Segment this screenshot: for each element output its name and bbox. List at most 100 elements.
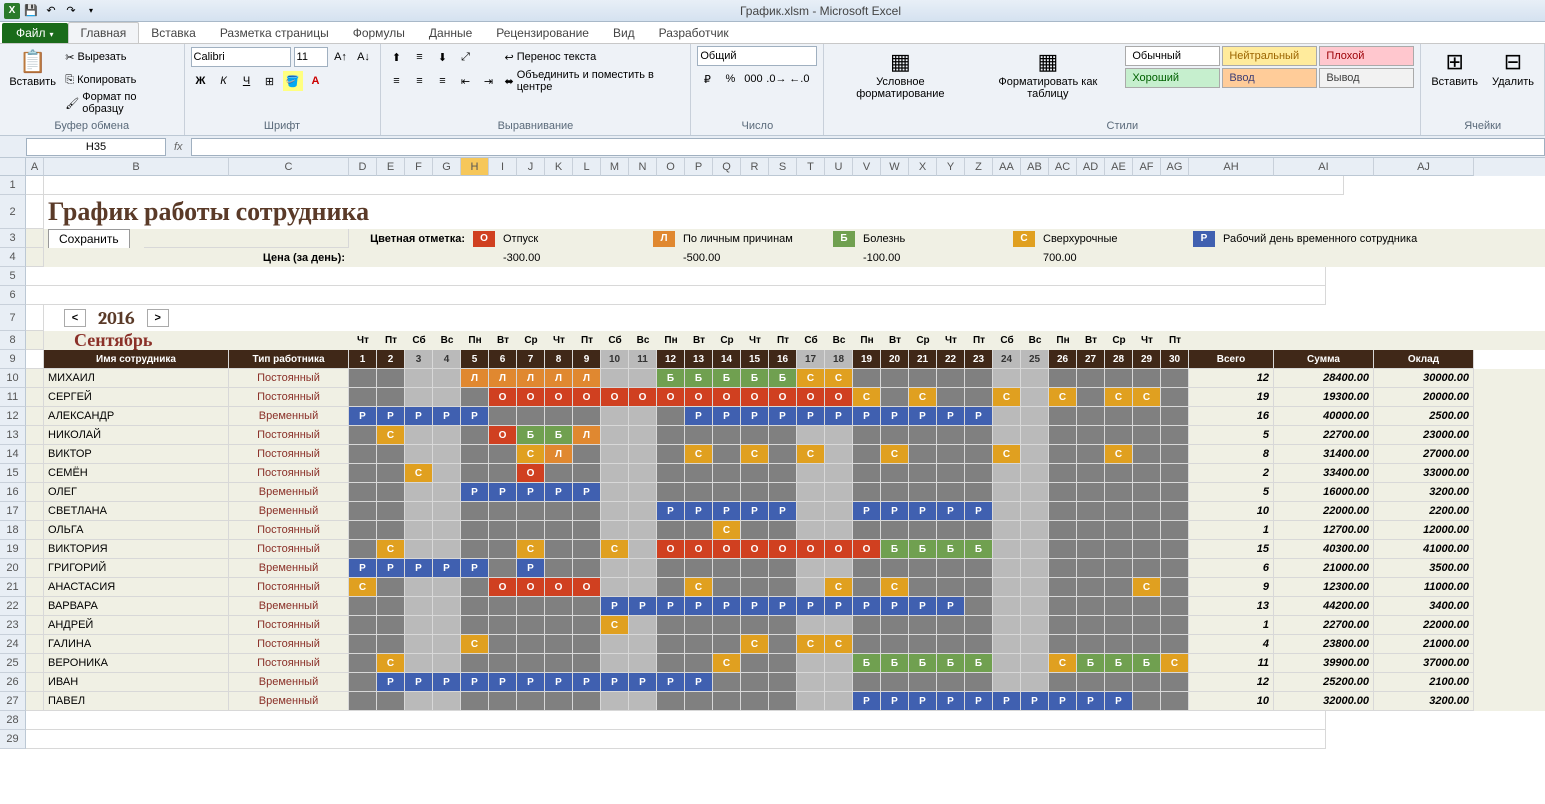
emp-name-9[interactable]: ВИКТОРИЯ bbox=[44, 540, 229, 559]
price-Б[interactable]: -100.00 bbox=[859, 248, 1009, 267]
cell-6-17[interactable] bbox=[797, 483, 825, 502]
col-header-D[interactable]: D bbox=[349, 158, 377, 176]
cell-3-30[interactable] bbox=[1161, 426, 1189, 445]
col-header-AJ[interactable]: AJ bbox=[1374, 158, 1474, 176]
dow-2[interactable]: Пт bbox=[377, 331, 405, 350]
cell-16-2[interactable]: Р bbox=[377, 673, 405, 692]
price-label[interactable]: Цена (за день): bbox=[144, 248, 349, 267]
cell-1-28[interactable]: С bbox=[1105, 388, 1133, 407]
col-header-X[interactable]: X bbox=[909, 158, 937, 176]
cell-4-11[interactable] bbox=[629, 445, 657, 464]
cell-6-5[interactable]: Р bbox=[461, 483, 489, 502]
dow-29[interactable]: Чт bbox=[1133, 331, 1161, 350]
cell-17-23[interactable]: Р bbox=[965, 692, 993, 711]
cell-9-8[interactable] bbox=[545, 540, 573, 559]
row-header-19[interactable]: 19 bbox=[0, 540, 26, 559]
cell-11-5[interactable] bbox=[461, 578, 489, 597]
emp-name-17[interactable]: ПАВЕЛ bbox=[44, 692, 229, 711]
col-header-S[interactable]: S bbox=[769, 158, 797, 176]
cell-11-21[interactable] bbox=[909, 578, 937, 597]
cell-12-29[interactable] bbox=[1133, 597, 1161, 616]
cell-11-15[interactable] bbox=[741, 578, 769, 597]
sum-10[interactable]: 21000.00 bbox=[1274, 559, 1374, 578]
cell-17-18[interactable] bbox=[825, 692, 853, 711]
cell-1-6[interactable]: О bbox=[489, 388, 517, 407]
hdr-day-16[interactable]: 16 bbox=[769, 350, 797, 369]
col-header-Q[interactable]: Q bbox=[713, 158, 741, 176]
hdr-day-29[interactable]: 29 bbox=[1133, 350, 1161, 369]
cell-2-15[interactable]: Р bbox=[741, 407, 769, 426]
cell-7-25[interactable] bbox=[1021, 502, 1049, 521]
cell-14-18[interactable]: С bbox=[825, 635, 853, 654]
cell-14-25[interactable] bbox=[1021, 635, 1049, 654]
cell-8-3[interactable] bbox=[405, 521, 433, 540]
cell-16-12[interactable]: Р bbox=[657, 673, 685, 692]
cell-2-13[interactable]: Р bbox=[685, 407, 713, 426]
cell-1-4[interactable] bbox=[433, 388, 461, 407]
hdr-day-5[interactable]: 5 bbox=[461, 350, 489, 369]
cell-0-24[interactable] bbox=[993, 369, 1021, 388]
row-header-27[interactable]: 27 bbox=[0, 692, 26, 711]
cell-12-12[interactable]: Р bbox=[657, 597, 685, 616]
cell-11-27[interactable] bbox=[1077, 578, 1105, 597]
salary-10[interactable]: 3500.00 bbox=[1374, 559, 1474, 578]
cell-8-6[interactable] bbox=[489, 521, 517, 540]
row-header-7[interactable]: 7 bbox=[0, 305, 26, 331]
row-header-10[interactable]: 10 bbox=[0, 369, 26, 388]
emp-name-10[interactable]: ГРИГОРИЙ bbox=[44, 559, 229, 578]
salary-12[interactable]: 3400.00 bbox=[1374, 597, 1474, 616]
cell-11-22[interactable] bbox=[937, 578, 965, 597]
col-header-H[interactable]: H bbox=[461, 158, 489, 176]
cell-9-27[interactable] bbox=[1077, 540, 1105, 559]
cell-8-12[interactable] bbox=[657, 521, 685, 540]
sum-5[interactable]: 33400.00 bbox=[1274, 464, 1374, 483]
col-header-L[interactable]: L bbox=[573, 158, 601, 176]
cell-3-8[interactable]: Б bbox=[545, 426, 573, 445]
cell-12-2[interactable] bbox=[377, 597, 405, 616]
col-header-AH[interactable]: AH bbox=[1189, 158, 1274, 176]
cell-17-10[interactable] bbox=[601, 692, 629, 711]
cell-5-9[interactable] bbox=[573, 464, 601, 483]
cell-3-16[interactable] bbox=[769, 426, 797, 445]
number-format-combo[interactable] bbox=[697, 46, 817, 66]
col-header-J[interactable]: J bbox=[517, 158, 545, 176]
cell-11-10[interactable] bbox=[601, 578, 629, 597]
dow-7[interactable]: Ср bbox=[517, 331, 545, 350]
cell-0-13[interactable]: Б bbox=[685, 369, 713, 388]
sum-1[interactable]: 19300.00 bbox=[1274, 388, 1374, 407]
cell-1-7[interactable]: О bbox=[517, 388, 545, 407]
hdr-day-22[interactable]: 22 bbox=[937, 350, 965, 369]
dow-14[interactable]: Ср bbox=[713, 331, 741, 350]
emp-name-15[interactable]: ВЕРОНИКА bbox=[44, 654, 229, 673]
hdr-day-25[interactable]: 25 bbox=[1021, 350, 1049, 369]
salary-7[interactable]: 2200.00 bbox=[1374, 502, 1474, 521]
cell-16-24[interactable] bbox=[993, 673, 1021, 692]
align-right-button[interactable]: ≡ bbox=[433, 71, 453, 91]
cell-13-30[interactable] bbox=[1161, 616, 1189, 635]
hdr-day-11[interactable]: 11 bbox=[629, 350, 657, 369]
align-bottom-button[interactable]: ⬇ bbox=[433, 47, 453, 67]
total-1[interactable]: 19 bbox=[1189, 388, 1274, 407]
cell-9-20[interactable]: Б bbox=[881, 540, 909, 559]
cell-3-4[interactable] bbox=[433, 426, 461, 445]
cell-14-2[interactable] bbox=[377, 635, 405, 654]
month-label[interactable]: Сентябрь bbox=[44, 331, 229, 350]
sum-7[interactable]: 22000.00 bbox=[1274, 502, 1374, 521]
dow-10[interactable]: Сб bbox=[601, 331, 629, 350]
inc-decimal-button[interactable]: .0→ bbox=[766, 69, 786, 89]
cell-14-26[interactable] bbox=[1049, 635, 1077, 654]
tab-file[interactable]: Файл bbox=[2, 23, 68, 43]
cell-12-4[interactable] bbox=[433, 597, 461, 616]
salary-14[interactable]: 21000.00 bbox=[1374, 635, 1474, 654]
cell-15-15[interactable] bbox=[741, 654, 769, 673]
col-header-AE[interactable]: AE bbox=[1105, 158, 1133, 176]
cell-13-4[interactable] bbox=[433, 616, 461, 635]
cell-8-23[interactable] bbox=[965, 521, 993, 540]
cell-15-14[interactable]: С bbox=[713, 654, 741, 673]
cell-10-13[interactable] bbox=[685, 559, 713, 578]
salary-8[interactable]: 12000.00 bbox=[1374, 521, 1474, 540]
cell-16-6[interactable]: Р bbox=[489, 673, 517, 692]
price-О[interactable]: -300.00 bbox=[499, 248, 649, 267]
cell-7-27[interactable] bbox=[1077, 502, 1105, 521]
tab-developer[interactable]: Разработчик bbox=[647, 23, 741, 43]
